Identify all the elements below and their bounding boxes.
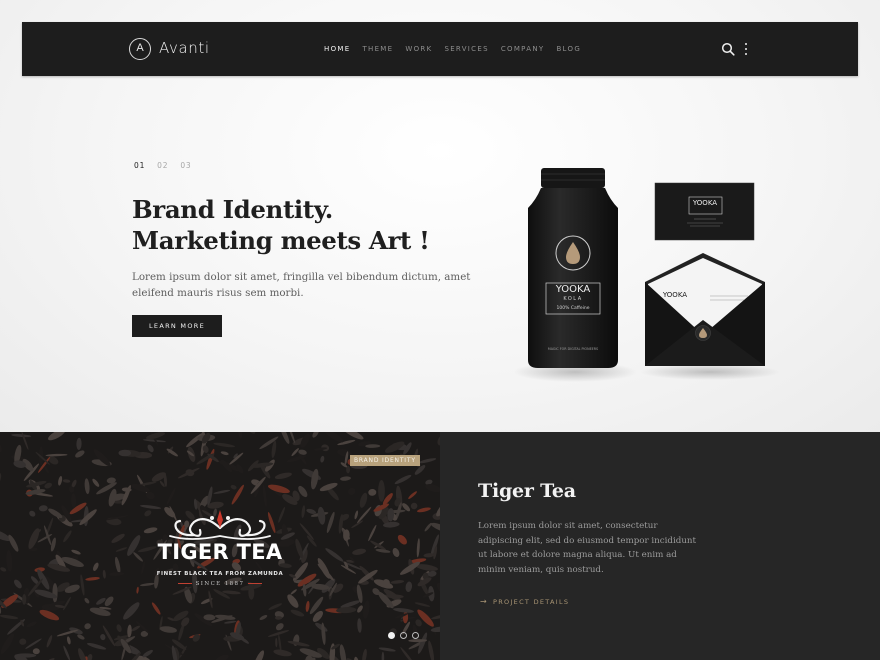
bottle-footer: MAGIC FOR DIGITAL PIONEERS bbox=[548, 347, 598, 351]
bottle-body bbox=[528, 188, 618, 368]
brand-name[interactable]: Avanti bbox=[159, 39, 210, 57]
hero-title-line-2: Marketing meets Art ! bbox=[132, 226, 430, 255]
project-description: Lorem ipsum dolor sit amet, consectetur … bbox=[478, 519, 718, 577]
top-navbar: A Avanti HOME THEME WORK SERVICES COMPAN… bbox=[22, 22, 858, 76]
tiger-tea-since: SINCE 1887 bbox=[150, 581, 290, 587]
hero-description-line-2: eleifend mauris risus sem morbi. bbox=[132, 287, 304, 299]
bottle-sub: KOLA bbox=[563, 296, 582, 302]
nav-item-company[interactable]: COMPANY bbox=[501, 45, 545, 53]
bottle-cap bbox=[541, 168, 605, 188]
slide-pagination: 01 02 03 bbox=[134, 161, 203, 170]
project-description-line-4: minim veniam, quis nostrud. bbox=[478, 564, 604, 575]
logo-icon[interactable]: A bbox=[129, 38, 151, 60]
search-icon[interactable] bbox=[721, 42, 735, 56]
vertical-dots-icon[interactable] bbox=[744, 41, 748, 57]
arrow-right-icon: → bbox=[480, 597, 489, 606]
project-info-panel: Tiger Tea Lorem ipsum dolor sit amet, co… bbox=[440, 432, 880, 660]
hero-title: Brand Identity. Marketing meets Art ! bbox=[132, 194, 452, 256]
nav-item-home[interactable]: HOME bbox=[324, 45, 350, 53]
project-description-line-3: ut labore et dolore magna aliqua. Ut eni… bbox=[478, 550, 677, 560]
project-details-link[interactable]: → PROJECT DETAILS bbox=[480, 597, 569, 606]
carousel-dot-3[interactable] bbox=[412, 632, 419, 639]
project-description-line-1: Lorem ipsum dolor sit amet, consectetur bbox=[478, 521, 658, 531]
brand-mockup-image: YOOKA KOLA 100% Caffeine MAGIC FOR DIGIT… bbox=[513, 168, 780, 382]
slide-indicator-1[interactable]: 01 bbox=[134, 161, 145, 170]
project-title[interactable]: Tiger Tea bbox=[478, 480, 576, 502]
nav-item-work[interactable]: WORK bbox=[405, 45, 432, 53]
nav-item-services[interactable]: SERVICES bbox=[444, 45, 488, 53]
image-carousel-dots bbox=[388, 632, 424, 639]
envelope-brand: YOOKA bbox=[662, 291, 687, 299]
nav-menu: HOME THEME WORK SERVICES COMPANY BLOG bbox=[324, 45, 593, 53]
card-brand: YOOKA bbox=[692, 199, 717, 207]
project-details-label: PROJECT DETAILS bbox=[493, 598, 570, 606]
slide-indicator-2[interactable]: 02 bbox=[157, 161, 168, 170]
hero-description: Lorem ipsum dolor sit amet, fringilla ve… bbox=[132, 269, 471, 301]
nav-item-theme[interactable]: THEME bbox=[362, 45, 393, 53]
carousel-dot-1[interactable] bbox=[388, 632, 395, 639]
carousel-dot-2[interactable] bbox=[400, 632, 407, 639]
bottle-caption: 100% Caffeine bbox=[557, 305, 590, 311]
tiger-tea-logo-title: TIGER TEA bbox=[157, 540, 283, 564]
slide-indicator-3[interactable]: 03 bbox=[180, 161, 191, 170]
tiger-tea-logo-subtitle: FINEST BLACK TEA FROM ZAMUNDA bbox=[156, 571, 284, 577]
hero-title-line-1: Brand Identity. bbox=[132, 195, 333, 224]
category-tag[interactable]: BRAND IDENTITY bbox=[350, 455, 420, 466]
hero-description-line-1: Lorem ipsum dolor sit amet, fringilla ve… bbox=[132, 271, 471, 283]
learn-more-button[interactable]: LEARN MORE bbox=[132, 315, 222, 337]
tiger-tea-image[interactable]: BRAND IDENTITY TIGER TEA FINEST BLACK TE… bbox=[0, 432, 440, 660]
project-description-line-2: adipiscing elit, sed do eiusmod tempor i… bbox=[478, 535, 697, 546]
project-showcase: BRAND IDENTITY TIGER TEA FINEST BLACK TE… bbox=[0, 432, 880, 660]
business-card bbox=[655, 183, 754, 240]
hero-section: A Avanti HOME THEME WORK SERVICES COMPAN… bbox=[0, 0, 880, 432]
nav-item-blog[interactable]: BLOG bbox=[556, 45, 581, 53]
bottle-brand: YOOKA bbox=[555, 284, 591, 295]
